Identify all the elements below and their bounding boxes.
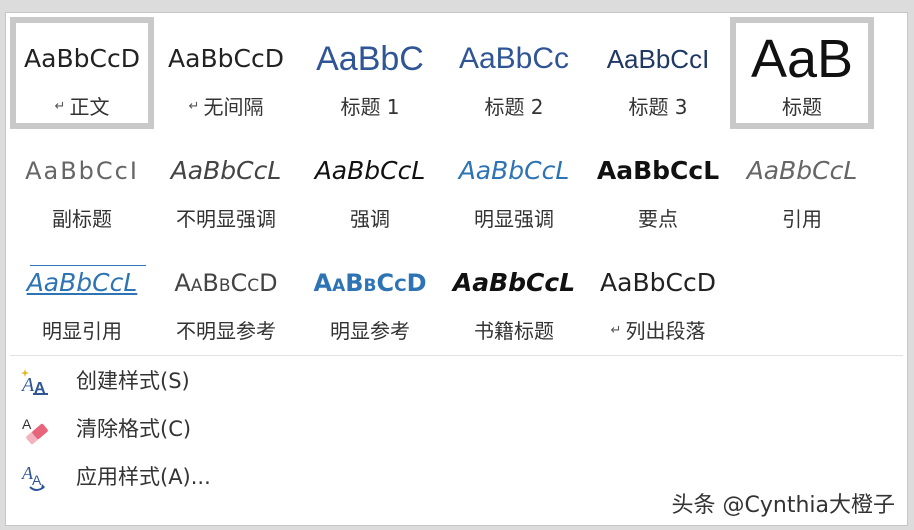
apply-styles-label: 应用样式(A)... xyxy=(76,465,211,489)
style-label: 引用 xyxy=(782,207,822,231)
style-normal[interactable]: AaBbCcD ↵ 正文 xyxy=(10,17,154,129)
style-label: 标题 2 xyxy=(484,95,544,119)
style-sample: AaBbCc xyxy=(458,42,570,75)
style-sample: AaBbCcL xyxy=(26,268,138,297)
style-sample: AaBbCcL xyxy=(170,156,282,185)
style-label: 明显引用 xyxy=(42,319,122,343)
styles-gallery: AaBbCcD ↵ 正文 AaBbCcD ↵ 无间隔 AaBbC 标题 1 AaBb… xyxy=(10,17,874,353)
style-label: 书籍标题 xyxy=(474,319,554,343)
style-label: 无间隔 xyxy=(203,95,264,119)
style-no-spacing[interactable]: AaBbCcD ↵ 无间隔 xyxy=(154,17,298,129)
style-sample: AaBbCcD xyxy=(168,44,284,73)
style-subtitle[interactable]: AaBbCcI 副标题 xyxy=(10,129,154,241)
style-sample: AaBbCcL xyxy=(746,156,858,185)
eraser-icon: A xyxy=(20,415,50,445)
styles-gallery-dropdown: AaBbCcD ↵ 正文 AaBbCcD ↵ 无间隔 AaBbC 标题 1 AaBb… xyxy=(5,12,908,526)
watermark-text: 头条 @Cynthia大橙子 xyxy=(671,493,895,518)
style-label: 标题 1 xyxy=(340,95,400,119)
clear-formatting-menu-item[interactable]: A 清除格式(C) xyxy=(14,409,414,449)
style-sample: AaBbCcI xyxy=(25,157,139,185)
style-label: 列出段落 xyxy=(625,319,706,343)
style-label: 明显参考 xyxy=(330,319,410,343)
style-heading-2[interactable]: AaBbCc 标题 2 xyxy=(442,17,586,129)
style-intense-emphasis[interactable]: AaBbCcL 明显强调 xyxy=(442,129,586,241)
style-label: 标题 3 xyxy=(628,95,688,119)
style-sample: AaBbCcD xyxy=(174,269,278,297)
paragraph-mark-icon: ↵ xyxy=(188,98,200,114)
style-title[interactable]: AaB 标题 xyxy=(730,17,874,129)
style-label: 标题 xyxy=(782,95,822,119)
menu-divider xyxy=(10,355,903,356)
style-label: 副标题 xyxy=(52,207,112,231)
apply-styles-icon: A A xyxy=(20,463,50,493)
style-list-paragraph[interactable]: AaBbCcD ↵ 列出段落 xyxy=(586,241,730,353)
style-sample: AaBbCcL xyxy=(458,156,570,185)
style-label: 不明显参考 xyxy=(176,319,276,343)
style-label: 明显强调 xyxy=(474,207,554,231)
style-sample: AaBbCcL xyxy=(314,156,426,185)
style-sample: AaB xyxy=(750,29,854,89)
style-quote[interactable]: AaBbCcL 引用 xyxy=(730,129,874,241)
paragraph-mark-icon: ↵ xyxy=(54,98,66,114)
create-style-menu-item[interactable]: A A 创建样式(S) xyxy=(14,361,414,401)
style-strong[interactable]: AaBbCcL 要点 xyxy=(586,129,730,241)
create-style-label: 创建样式(S) xyxy=(76,369,190,393)
style-intense-quote[interactable]: AaBbCcL 明显引用 xyxy=(10,241,154,353)
svg-text:A: A xyxy=(20,374,35,396)
style-sample: AaBbCcD xyxy=(24,44,140,73)
apply-styles-menu-item[interactable]: A A 应用样式(A)... xyxy=(14,457,414,497)
style-sample: AaBbC xyxy=(316,40,424,78)
intense-quote-top-line xyxy=(30,265,146,266)
style-emphasis[interactable]: AaBbCcL 强调 xyxy=(298,129,442,241)
style-subtle-reference[interactable]: AaBbCcD 不明显参考 xyxy=(154,241,298,353)
style-sample: AaBbCcI xyxy=(606,44,710,74)
paragraph-mark-icon: ↵ xyxy=(610,322,622,338)
style-sample: AaBbCcD xyxy=(313,269,427,297)
style-sample: AaBbCcL xyxy=(596,156,720,185)
style-label: 强调 xyxy=(350,207,390,231)
style-book-title[interactable]: AaBbCcL 书籍标题 xyxy=(442,241,586,353)
style-subtle-emphasis[interactable]: AaBbCcL 不明显强调 xyxy=(154,129,298,241)
style-label: 不明显强调 xyxy=(176,207,276,231)
style-heading-3[interactable]: AaBbCcI 标题 3 xyxy=(586,17,730,129)
svg-text:A: A xyxy=(22,416,32,432)
style-sample: AaBbCcL xyxy=(452,268,576,297)
svg-text:A: A xyxy=(32,472,42,488)
create-style-icon: A A xyxy=(20,367,50,397)
style-sample: AaBbCcD xyxy=(600,268,716,297)
style-heading-1[interactable]: AaBbC 标题 1 xyxy=(298,17,442,129)
clear-formatting-label: 清除格式(C) xyxy=(76,417,192,441)
style-label: 要点 xyxy=(638,207,678,231)
style-intense-reference[interactable]: AaBbCcD 明显参考 xyxy=(298,241,442,353)
style-label: 正文 xyxy=(69,95,110,119)
